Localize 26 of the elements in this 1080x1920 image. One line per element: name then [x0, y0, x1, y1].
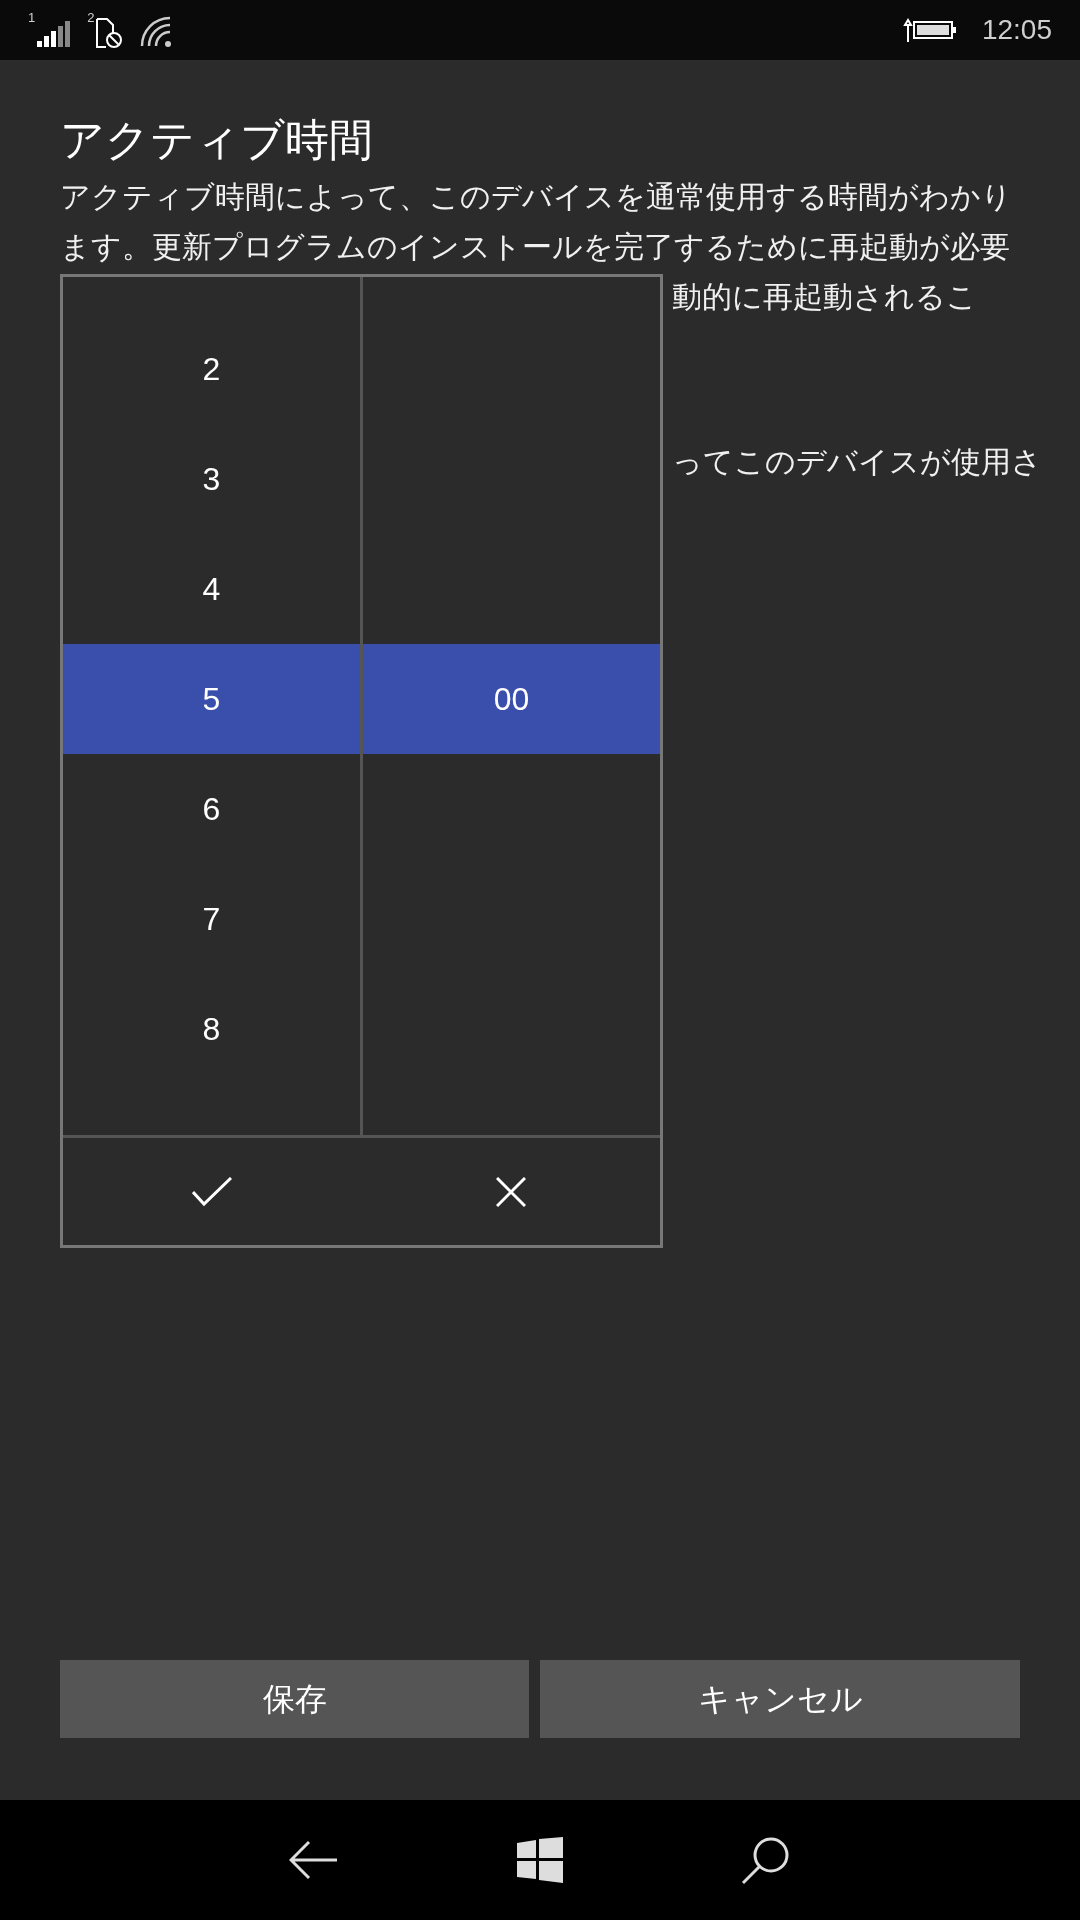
picker-item[interactable]: 7	[63, 864, 360, 974]
description-text: 動的に再起動されるこ	[672, 279, 977, 315]
signal-icon	[35, 19, 72, 49]
page-title: アクティブ時間	[60, 114, 374, 166]
picker-item[interactable]: 00	[363, 644, 660, 754]
description-text: ます。更新プログラムのインストールを完了するために再起動が必要	[60, 229, 1010, 265]
description-text: アクティブ時間によって、このデバイスを通常使用する時間がわかり	[60, 179, 1012, 215]
picker-item[interactable]: 5	[63, 644, 360, 754]
picker-item[interactable]: 8	[63, 974, 360, 1084]
picker-item[interactable]: 4	[63, 534, 360, 644]
battery-icon	[901, 16, 958, 44]
close-icon	[495, 1176, 526, 1207]
picker-item[interactable]: 6	[63, 754, 360, 864]
clock-time: 12:05	[981, 13, 1052, 47]
search-icon[interactable]	[741, 1835, 791, 1885]
sim-number: 2	[87, 9, 95, 27]
checkmark-icon	[192, 1176, 233, 1207]
sim-blocked-icon	[94, 17, 125, 49]
sim-number: 1	[28, 9, 36, 27]
windows-icon[interactable]	[517, 1837, 563, 1883]
save-button[interactable]: 保存	[60, 1660, 529, 1738]
picker-item[interactable]: 2	[63, 314, 360, 424]
description-text: ってこのデバイスが使用さ	[672, 444, 1042, 480]
cancel-button[interactable]: キャンセル	[540, 1660, 1020, 1738]
picker-item[interactable]: 3	[63, 424, 360, 534]
back-icon[interactable]	[289, 1840, 339, 1880]
